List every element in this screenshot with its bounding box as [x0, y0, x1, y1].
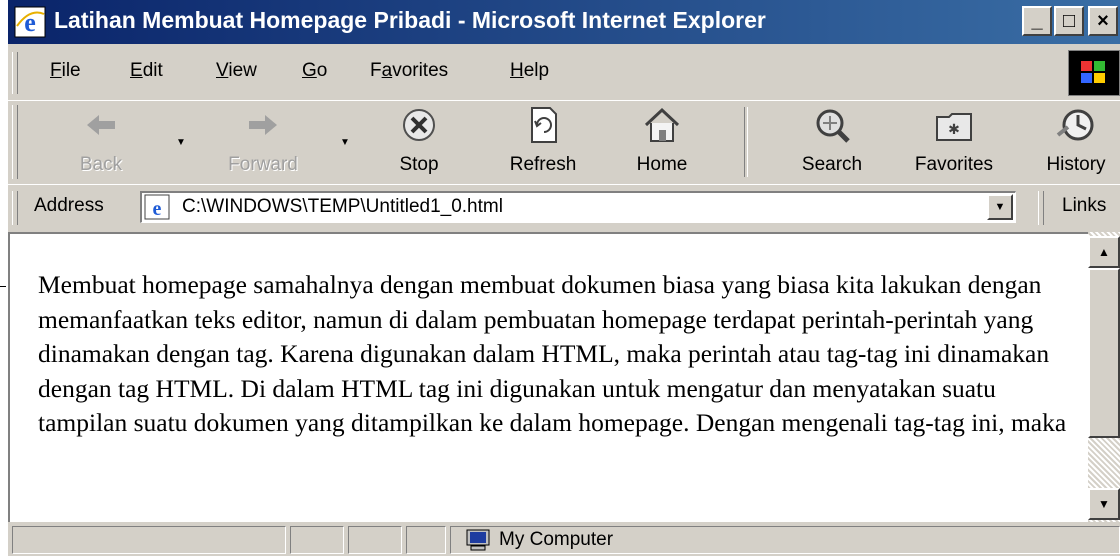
menu-favorites-pre: F: [370, 60, 382, 81]
home-label: Home: [636, 154, 688, 175]
address-value: C:\WINDOWS\TEMP\Untitled1_0.html: [182, 196, 503, 217]
window-title: Latihan Membuat Homepage Pribadi - Micro…: [54, 7, 766, 33]
close-button[interactable]: ×: [1088, 6, 1118, 36]
windows-logo-throbber: [1068, 50, 1120, 96]
back-dropdown-icon[interactable]: ▼: [176, 137, 186, 148]
status-zone-label: My Computer: [499, 529, 614, 550]
back-arrow-icon: [87, 115, 115, 135]
page-content: Membuat homepage samahalnya dengan membu…: [8, 232, 1120, 522]
menu-favorites-rest: vorites: [392, 60, 449, 81]
standard-toolbar: Back ▼ Forward ▼ Stop Refresh Home Searc…: [8, 100, 1120, 183]
history-button[interactable]: History: [1028, 101, 1120, 183]
status-zone-panel: My Computer: [450, 526, 1120, 554]
svg-text:e: e: [153, 198, 162, 220]
menu-view[interactable]: View: [216, 60, 257, 82]
refresh-icon: [531, 107, 557, 143]
vertical-scrollbar[interactable]: ▲ ▼: [1088, 232, 1120, 522]
status-bar: My Computer: [8, 524, 1120, 556]
content-paragraph: Membuat homepage samahalnya dengan membu…: [38, 270, 1067, 437]
scroll-thumb[interactable]: [1088, 268, 1120, 438]
home-icon: [644, 107, 680, 142]
status-panel-3: [348, 526, 402, 554]
back-label: Back: [79, 154, 123, 175]
toolbar-separator: [744, 107, 748, 177]
status-panel-4: [406, 526, 446, 554]
scroll-down-button[interactable]: ▼: [1088, 488, 1120, 520]
menu-edit[interactable]: Edit: [130, 60, 163, 82]
menu-view-rest: iew: [228, 60, 257, 81]
search-icon: [816, 109, 850, 143]
ie-logo-icon: e: [14, 6, 46, 38]
menu-file-rest: ile: [61, 60, 81, 81]
search-button[interactable]: Search: [780, 101, 884, 183]
back-button[interactable]: Back: [56, 101, 146, 183]
menu-file[interactable]: File: [50, 60, 81, 82]
status-text-panel: [12, 526, 286, 554]
menu-edit-rest: dit: [142, 60, 163, 81]
forward-label: Forward: [228, 154, 298, 175]
search-label: Search: [801, 154, 863, 175]
status-panel-2: [290, 526, 344, 554]
history-clock-icon: [1056, 109, 1094, 141]
minimize-button[interactable]: _: [1022, 6, 1052, 36]
stop-icon: [403, 109, 435, 141]
menu-favorites[interactable]: Favorites: [370, 60, 448, 82]
address-input[interactable]: e C:\WINDOWS\TEMP\Untitled1_0.html ▼: [140, 191, 1016, 223]
refresh-label: Refresh: [509, 154, 577, 175]
edge-mark: [0, 286, 6, 287]
menu-bar: File Edit View Go Favorites Help: [8, 48, 1120, 98]
menubar-grip[interactable]: [12, 52, 18, 94]
forward-button[interactable]: Forward: [208, 101, 318, 183]
links-grip[interactable]: [1038, 191, 1044, 225]
address-bar: Address e C:\WINDOWS\TEMP\Untitled1_0.ht…: [8, 184, 1120, 229]
menu-go-rest: o: [316, 60, 328, 81]
address-dropdown-button[interactable]: ▼: [987, 194, 1013, 220]
title-bar[interactable]: e Latihan Membuat Homepage Pribadi - Mic…: [8, 0, 1120, 44]
favorites-folder-icon: ✱: [936, 113, 972, 141]
stop-button[interactable]: Stop: [374, 101, 464, 183]
favorites-label: Favorites: [914, 154, 994, 175]
home-button[interactable]: Home: [612, 101, 712, 183]
page-icon: e: [144, 194, 170, 220]
computer-icon: [466, 529, 490, 551]
forward-arrow-icon: [249, 115, 277, 135]
maximize-button[interactable]: □: [1054, 6, 1084, 36]
history-label: History: [1046, 154, 1106, 175]
stop-label: Stop: [399, 154, 439, 175]
links-button[interactable]: Links: [1062, 195, 1106, 217]
windows-flag-icon: [1081, 61, 1105, 83]
scroll-up-button[interactable]: ▲: [1088, 236, 1120, 268]
refresh-button[interactable]: Refresh: [488, 101, 598, 183]
svg-text:✱: ✱: [948, 122, 960, 138]
addressbar-grip[interactable]: [12, 191, 18, 225]
ie-window: e Latihan Membuat Homepage Pribadi - Mic…: [8, 0, 1120, 556]
forward-dropdown-icon[interactable]: ▼: [340, 137, 350, 148]
favorites-button[interactable]: ✱ Favorites: [890, 101, 1018, 183]
toolbar-grip[interactable]: [12, 105, 18, 179]
menu-go[interactable]: Go: [302, 60, 327, 82]
address-label: Address: [34, 195, 104, 216]
menu-help[interactable]: Help: [510, 60, 549, 82]
menu-help-rest: elp: [523, 60, 550, 81]
